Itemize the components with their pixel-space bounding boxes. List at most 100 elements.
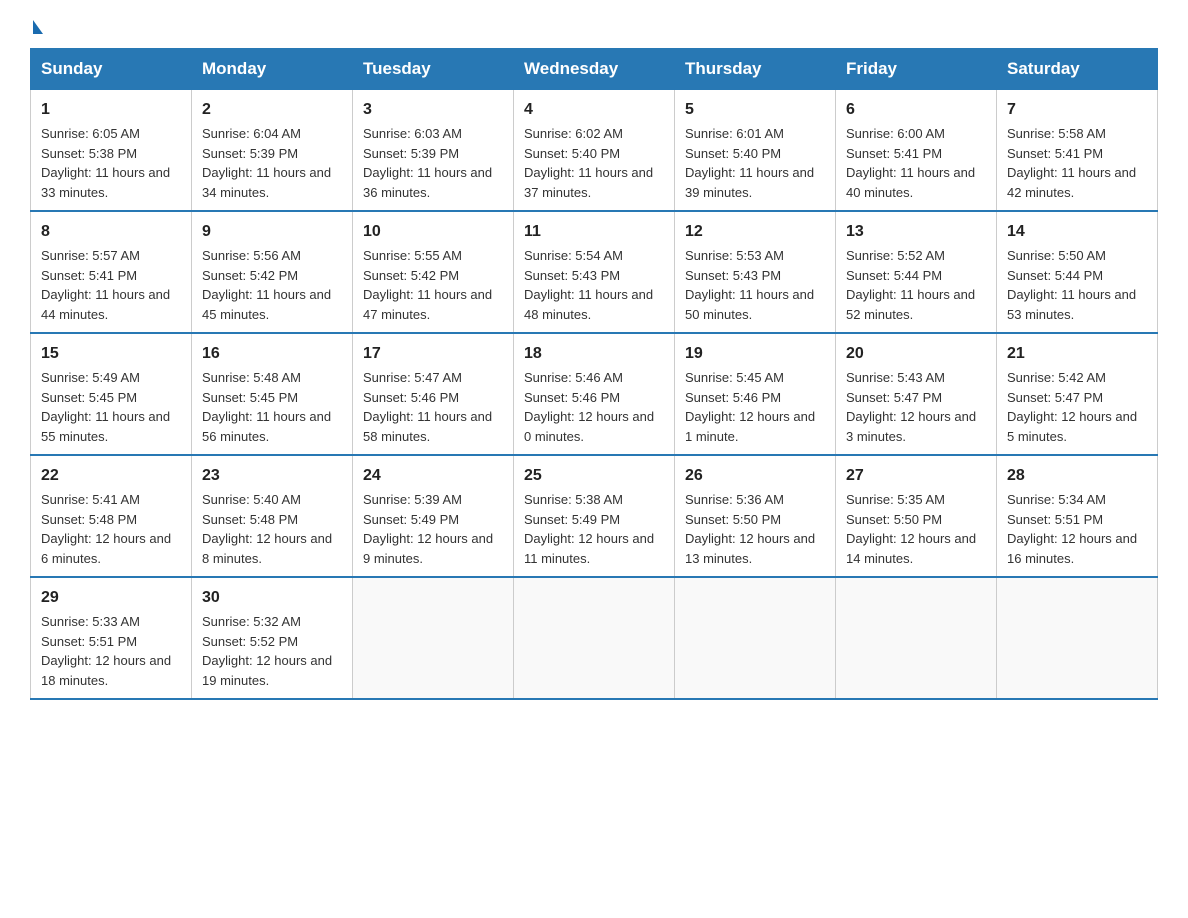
calendar-day-cell: 11Sunrise: 5:54 AMSunset: 5:43 PMDayligh… xyxy=(514,211,675,333)
calendar-day-cell: 6Sunrise: 6:00 AMSunset: 5:41 PMDaylight… xyxy=(836,90,997,212)
calendar-day-cell: 15Sunrise: 5:49 AMSunset: 5:45 PMDayligh… xyxy=(31,333,192,455)
calendar-day-cell: 28Sunrise: 5:34 AMSunset: 5:51 PMDayligh… xyxy=(997,455,1158,577)
day-number: 15 xyxy=(41,342,181,366)
calendar-day-cell: 25Sunrise: 5:38 AMSunset: 5:49 PMDayligh… xyxy=(514,455,675,577)
day-info: Sunrise: 6:04 AMSunset: 5:39 PMDaylight:… xyxy=(202,124,342,202)
calendar-day-cell: 14Sunrise: 5:50 AMSunset: 5:44 PMDayligh… xyxy=(997,211,1158,333)
calendar-day-cell: 13Sunrise: 5:52 AMSunset: 5:44 PMDayligh… xyxy=(836,211,997,333)
day-info: Sunrise: 5:53 AMSunset: 5:43 PMDaylight:… xyxy=(685,246,825,324)
calendar-day-header: Thursday xyxy=(675,49,836,90)
calendar-body: 1Sunrise: 6:05 AMSunset: 5:38 PMDaylight… xyxy=(31,90,1158,700)
calendar-day-cell: 27Sunrise: 5:35 AMSunset: 5:50 PMDayligh… xyxy=(836,455,997,577)
calendar-day-cell: 26Sunrise: 5:36 AMSunset: 5:50 PMDayligh… xyxy=(675,455,836,577)
day-info: Sunrise: 5:50 AMSunset: 5:44 PMDaylight:… xyxy=(1007,246,1147,324)
calendar-table: SundayMondayTuesdayWednesdayThursdayFrid… xyxy=(30,48,1158,700)
calendar-day-cell: 18Sunrise: 5:46 AMSunset: 5:46 PMDayligh… xyxy=(514,333,675,455)
day-info: Sunrise: 5:49 AMSunset: 5:45 PMDaylight:… xyxy=(41,368,181,446)
day-info: Sunrise: 5:39 AMSunset: 5:49 PMDaylight:… xyxy=(363,490,503,568)
calendar-week-row: 22Sunrise: 5:41 AMSunset: 5:48 PMDayligh… xyxy=(31,455,1158,577)
day-info: Sunrise: 5:42 AMSunset: 5:47 PMDaylight:… xyxy=(1007,368,1147,446)
calendar-day-cell xyxy=(353,577,514,699)
day-info: Sunrise: 5:45 AMSunset: 5:46 PMDaylight:… xyxy=(685,368,825,446)
day-number: 21 xyxy=(1007,342,1147,366)
calendar-day-header: Saturday xyxy=(997,49,1158,90)
calendar-day-header: Wednesday xyxy=(514,49,675,90)
calendar-day-cell: 29Sunrise: 5:33 AMSunset: 5:51 PMDayligh… xyxy=(31,577,192,699)
day-number: 19 xyxy=(685,342,825,366)
calendar-header-row: SundayMondayTuesdayWednesdayThursdayFrid… xyxy=(31,49,1158,90)
day-info: Sunrise: 6:00 AMSunset: 5:41 PMDaylight:… xyxy=(846,124,986,202)
day-number: 23 xyxy=(202,464,342,488)
day-number: 29 xyxy=(41,586,181,610)
day-info: Sunrise: 5:36 AMSunset: 5:50 PMDaylight:… xyxy=(685,490,825,568)
calendar-day-header: Monday xyxy=(192,49,353,90)
calendar-day-cell: 16Sunrise: 5:48 AMSunset: 5:45 PMDayligh… xyxy=(192,333,353,455)
calendar-day-cell: 23Sunrise: 5:40 AMSunset: 5:48 PMDayligh… xyxy=(192,455,353,577)
day-info: Sunrise: 5:34 AMSunset: 5:51 PMDaylight:… xyxy=(1007,490,1147,568)
logo-triangle-icon xyxy=(33,20,43,34)
calendar-week-row: 29Sunrise: 5:33 AMSunset: 5:51 PMDayligh… xyxy=(31,577,1158,699)
calendar-week-row: 8Sunrise: 5:57 AMSunset: 5:41 PMDaylight… xyxy=(31,211,1158,333)
day-number: 2 xyxy=(202,98,342,122)
calendar-day-cell: 21Sunrise: 5:42 AMSunset: 5:47 PMDayligh… xyxy=(997,333,1158,455)
calendar-day-cell: 7Sunrise: 5:58 AMSunset: 5:41 PMDaylight… xyxy=(997,90,1158,212)
calendar-day-cell: 3Sunrise: 6:03 AMSunset: 5:39 PMDaylight… xyxy=(353,90,514,212)
day-number: 22 xyxy=(41,464,181,488)
day-number: 9 xyxy=(202,220,342,244)
calendar-day-cell: 24Sunrise: 5:39 AMSunset: 5:49 PMDayligh… xyxy=(353,455,514,577)
calendar-day-cell: 19Sunrise: 5:45 AMSunset: 5:46 PMDayligh… xyxy=(675,333,836,455)
day-info: Sunrise: 5:47 AMSunset: 5:46 PMDaylight:… xyxy=(363,368,503,446)
calendar-day-cell xyxy=(997,577,1158,699)
calendar-day-cell: 9Sunrise: 5:56 AMSunset: 5:42 PMDaylight… xyxy=(192,211,353,333)
day-number: 10 xyxy=(363,220,503,244)
day-info: Sunrise: 5:35 AMSunset: 5:50 PMDaylight:… xyxy=(846,490,986,568)
day-number: 4 xyxy=(524,98,664,122)
calendar-day-cell: 10Sunrise: 5:55 AMSunset: 5:42 PMDayligh… xyxy=(353,211,514,333)
calendar-day-header: Sunday xyxy=(31,49,192,90)
day-number: 18 xyxy=(524,342,664,366)
day-number: 26 xyxy=(685,464,825,488)
day-number: 16 xyxy=(202,342,342,366)
day-number: 1 xyxy=(41,98,181,122)
calendar-day-cell: 4Sunrise: 6:02 AMSunset: 5:40 PMDaylight… xyxy=(514,90,675,212)
day-number: 5 xyxy=(685,98,825,122)
day-number: 27 xyxy=(846,464,986,488)
day-number: 14 xyxy=(1007,220,1147,244)
day-info: Sunrise: 5:46 AMSunset: 5:46 PMDaylight:… xyxy=(524,368,664,446)
calendar-day-cell: 1Sunrise: 6:05 AMSunset: 5:38 PMDaylight… xyxy=(31,90,192,212)
day-info: Sunrise: 5:38 AMSunset: 5:49 PMDaylight:… xyxy=(524,490,664,568)
calendar-day-cell: 12Sunrise: 5:53 AMSunset: 5:43 PMDayligh… xyxy=(675,211,836,333)
day-info: Sunrise: 5:58 AMSunset: 5:41 PMDaylight:… xyxy=(1007,124,1147,202)
calendar-day-cell: 20Sunrise: 5:43 AMSunset: 5:47 PMDayligh… xyxy=(836,333,997,455)
day-number: 28 xyxy=(1007,464,1147,488)
calendar-day-cell: 30Sunrise: 5:32 AMSunset: 5:52 PMDayligh… xyxy=(192,577,353,699)
day-number: 8 xyxy=(41,220,181,244)
day-number: 11 xyxy=(524,220,664,244)
calendar-day-cell: 8Sunrise: 5:57 AMSunset: 5:41 PMDaylight… xyxy=(31,211,192,333)
day-number: 30 xyxy=(202,586,342,610)
calendar-day-cell: 17Sunrise: 5:47 AMSunset: 5:46 PMDayligh… xyxy=(353,333,514,455)
day-info: Sunrise: 5:55 AMSunset: 5:42 PMDaylight:… xyxy=(363,246,503,324)
day-info: Sunrise: 5:33 AMSunset: 5:51 PMDaylight:… xyxy=(41,612,181,690)
day-info: Sunrise: 5:48 AMSunset: 5:45 PMDaylight:… xyxy=(202,368,342,446)
day-number: 6 xyxy=(846,98,986,122)
day-info: Sunrise: 5:52 AMSunset: 5:44 PMDaylight:… xyxy=(846,246,986,324)
day-number: 20 xyxy=(846,342,986,366)
calendar-day-header: Friday xyxy=(836,49,997,90)
day-info: Sunrise: 5:56 AMSunset: 5:42 PMDaylight:… xyxy=(202,246,342,324)
day-info: Sunrise: 6:03 AMSunset: 5:39 PMDaylight:… xyxy=(363,124,503,202)
day-info: Sunrise: 5:32 AMSunset: 5:52 PMDaylight:… xyxy=(202,612,342,690)
day-number: 24 xyxy=(363,464,503,488)
day-info: Sunrise: 5:54 AMSunset: 5:43 PMDaylight:… xyxy=(524,246,664,324)
page-header xyxy=(30,20,1158,32)
day-info: Sunrise: 5:41 AMSunset: 5:48 PMDaylight:… xyxy=(41,490,181,568)
calendar-day-cell xyxy=(836,577,997,699)
calendar-day-cell: 5Sunrise: 6:01 AMSunset: 5:40 PMDaylight… xyxy=(675,90,836,212)
day-number: 13 xyxy=(846,220,986,244)
day-info: Sunrise: 5:57 AMSunset: 5:41 PMDaylight:… xyxy=(41,246,181,324)
day-info: Sunrise: 5:40 AMSunset: 5:48 PMDaylight:… xyxy=(202,490,342,568)
calendar-week-row: 15Sunrise: 5:49 AMSunset: 5:45 PMDayligh… xyxy=(31,333,1158,455)
day-info: Sunrise: 6:02 AMSunset: 5:40 PMDaylight:… xyxy=(524,124,664,202)
calendar-day-header: Tuesday xyxy=(353,49,514,90)
logo-blue-part xyxy=(30,20,43,32)
